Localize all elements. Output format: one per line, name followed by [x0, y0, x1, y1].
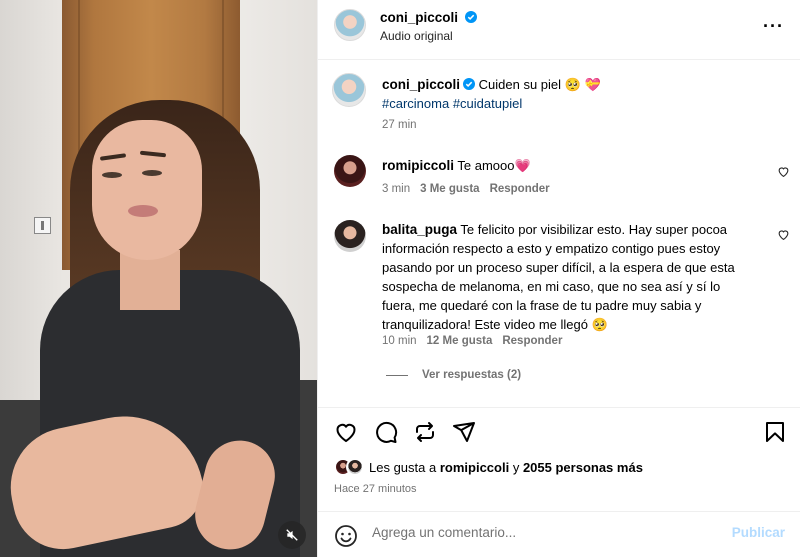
- comment-time: 3 min: [382, 183, 411, 195]
- comment-meta: 10 min 12 Me gusta Responder: [382, 335, 562, 347]
- comment-meta: 3 min 3 Me gusta Responder: [382, 183, 550, 195]
- send-icon[interactable]: [452, 420, 476, 444]
- view-replies-button[interactable]: Ver respuestas (2): [386, 369, 521, 381]
- background-light-switch: [34, 217, 51, 234]
- muted-speaker-icon: [286, 529, 298, 541]
- comment-line: información respecto a esto y empatizo c…: [382, 241, 721, 256]
- likes-prefix: Les gusta a: [369, 459, 437, 475]
- person-face: [92, 120, 202, 260]
- post-username[interactable]: coni_piccoli: [380, 10, 458, 25]
- repost-icon[interactable]: [413, 420, 437, 444]
- reel-video[interactable]: [0, 0, 317, 557]
- avatar[interactable]: [346, 458, 364, 476]
- caption-body: Cuiden su piel 🥺 💝: [478, 77, 601, 92]
- audio-label[interactable]: Audio original: [380, 29, 453, 43]
- emoji-icon[interactable]: [334, 524, 358, 548]
- avatar[interactable]: [334, 9, 366, 41]
- verified-badge-icon: [463, 78, 476, 90]
- caption-meta: 27 min: [382, 119, 417, 131]
- post-dialog: coni_piccoli Audio original ··· coni_pic…: [0, 0, 800, 557]
- post-sidebar: coni_piccoli Audio original ··· coni_pic…: [317, 0, 800, 557]
- comment-username[interactable]: balita_puga: [382, 222, 457, 237]
- person-eye: [142, 170, 162, 176]
- comment-likes-count[interactable]: 3 Me gusta: [420, 183, 479, 195]
- likes-summary: Les gusta a romipiccoli y 2055 personas …: [334, 458, 643, 476]
- reply-button[interactable]: Responder: [490, 183, 550, 195]
- heart-icon[interactable]: [334, 420, 358, 444]
- avatar[interactable]: [332, 73, 366, 107]
- comment-line: sospecha de melanoma, en mi caso, que no…: [382, 279, 721, 294]
- avatar[interactable]: [334, 155, 366, 187]
- person-eye: [102, 172, 122, 178]
- likes-user-link[interactable]: romipiccoli: [440, 460, 509, 475]
- comment-input[interactable]: Agrega un comentario...: [372, 525, 516, 540]
- action-bar: [318, 407, 800, 455]
- comment-line: pasando por un proceso super difícil, a …: [382, 260, 735, 275]
- likes-joiner: y: [512, 459, 520, 475]
- heart-icon[interactable]: [777, 165, 790, 178]
- mute-button[interactable]: [278, 521, 306, 549]
- hashtag-link[interactable]: #cuidatupiel: [453, 96, 522, 111]
- header-user: coni_piccoli: [380, 10, 477, 25]
- person-lips: [128, 205, 158, 217]
- comment-time: 10 min: [382, 335, 417, 347]
- publish-button[interactable]: Publicar: [732, 525, 785, 540]
- likes-others-link[interactable]: 2055 personas más: [523, 460, 643, 475]
- comment-body: Te amooo💗: [457, 158, 531, 173]
- comment-icon[interactable]: [374, 420, 398, 444]
- heart-icon[interactable]: [777, 228, 790, 241]
- caption-username[interactable]: coni_piccoli: [382, 77, 460, 92]
- hashtag-link[interactable]: #carcinoma: [382, 96, 449, 111]
- comment-text: balita_puga Te felicito por visibilizar …: [382, 220, 762, 334]
- bookmark-icon[interactable]: [763, 420, 787, 444]
- comment-composer: Agrega un comentario... Publicar: [318, 511, 800, 557]
- comment-line: fuera, me quedaré con la frase de tu pad…: [382, 298, 702, 313]
- verified-badge-icon: [464, 11, 477, 23]
- post-timestamp[interactable]: Hace 27 minutos: [334, 483, 417, 495]
- comment-likes-count[interactable]: 12 Me gusta: [427, 335, 493, 347]
- comments-list[interactable]: coni_piccoli Cuiden su piel 🥺 💝 #carcino…: [318, 61, 800, 406]
- reply-button[interactable]: Responder: [502, 335, 562, 347]
- view-replies-label: Ver respuestas (2): [422, 369, 522, 381]
- replies-divider: [386, 374, 408, 376]
- caption-text: coni_piccoli Cuiden su piel 🥺 💝 #carcino…: [382, 75, 762, 113]
- comment-line: tranquilizadora! Este video me llegó 🥺: [382, 317, 608, 332]
- comment-line: Te felicito por visibilizar esto. Hay su…: [460, 222, 728, 237]
- post-header: coni_piccoli Audio original ···: [318, 0, 800, 60]
- more-options-icon[interactable]: ···: [763, 17, 784, 35]
- caption-time: 27 min: [382, 119, 417, 131]
- avatar[interactable]: [334, 220, 366, 252]
- comment-username[interactable]: romipiccoli: [382, 158, 454, 173]
- comment-text: romipiccoli Te amooo💗: [382, 156, 762, 175]
